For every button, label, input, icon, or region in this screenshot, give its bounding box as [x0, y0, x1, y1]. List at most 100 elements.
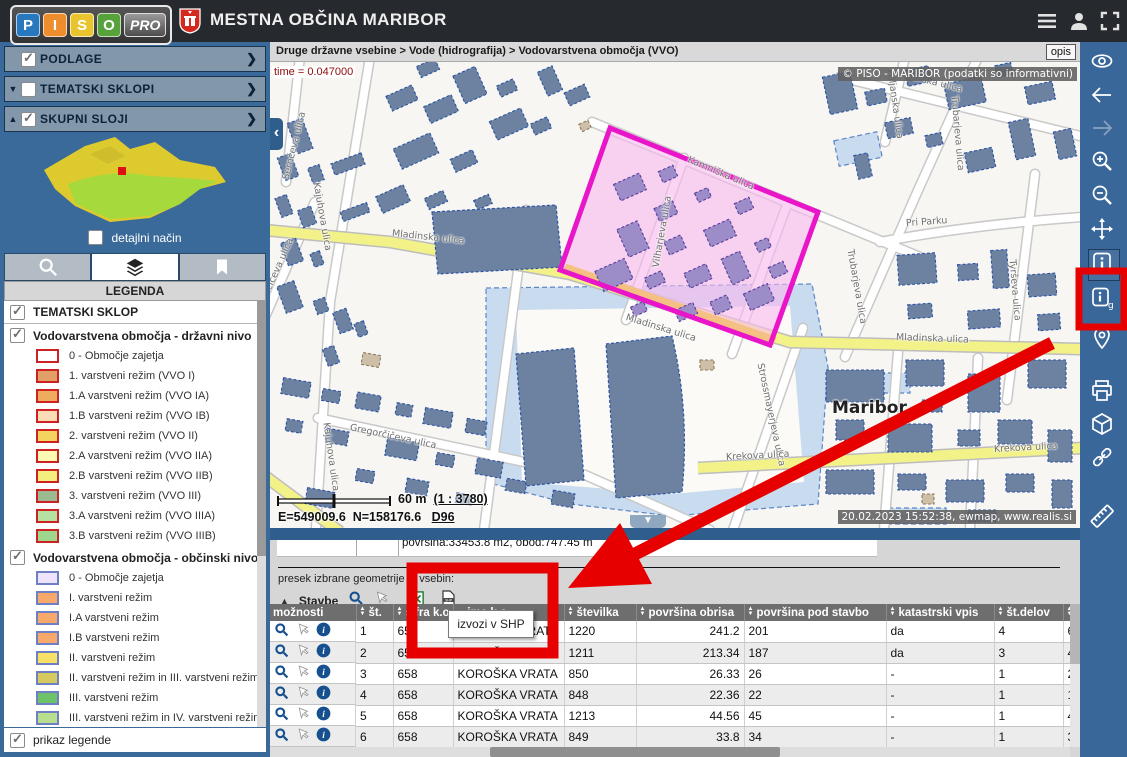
tematski-sklop-checkbox[interactable] [10, 305, 25, 320]
back-arrow-icon[interactable] [1089, 82, 1119, 112]
cell: 5 [356, 705, 393, 726]
row-zoom-icon[interactable] [274, 643, 289, 661]
legend-item: II. varstveni režim [4, 648, 266, 668]
cell: 26.33 [636, 663, 744, 684]
row-info-icon[interactable]: i [316, 727, 331, 745]
column-header[interactable]: ▲▼št. [356, 604, 393, 621]
info-select-icon[interactable]: g [1089, 285, 1119, 315]
sidebar-collapse-handle[interactable]: ‹ [270, 118, 283, 150]
legend-item: 3.A varstveni režim (VVO IIIA) [4, 506, 266, 526]
row-info-icon[interactable]: i [316, 664, 331, 682]
table-row[interactable]: i6658KOROŠKA VRATA84933.834-130 [270, 726, 1070, 747]
zoom-out-icon[interactable] [1089, 182, 1119, 212]
legend-scrollbar[interactable] [257, 301, 266, 727]
row-zoom-icon[interactable] [274, 664, 289, 682]
table-row[interactable]: i4658KOROŠKA VRATA84822.3622-119 [270, 684, 1070, 705]
tab-bookmark[interactable] [179, 253, 266, 281]
map-toolbar: g [1080, 42, 1127, 757]
link-icon[interactable] [1089, 444, 1119, 474]
column-header[interactable]: ▲▼katastrski vpis [886, 604, 994, 621]
row-select-icon[interactable] [296, 707, 309, 723]
eye-icon[interactable] [1089, 48, 1119, 78]
user-icon[interactable] [1067, 9, 1091, 33]
panel-skupni-sloji[interactable]: ▲ SKUPNI SLOJI ❯ [4, 106, 266, 132]
legend-swatch [36, 611, 59, 625]
row-zoom-icon[interactable] [274, 727, 289, 745]
legend-item: 0 - Območje zajetja [4, 346, 266, 366]
cell: KOROŠKA VRATA [453, 684, 564, 705]
row-zoom-icon[interactable] [274, 706, 289, 724]
menu-icon[interactable] [1035, 9, 1059, 33]
print-icon[interactable] [1089, 378, 1119, 408]
row-select-icon[interactable] [296, 644, 309, 660]
legend-item: II. varstveni režim in III. varstveni re… [4, 668, 266, 688]
detail-mode-checkbox[interactable] [88, 230, 103, 245]
legend-section-checkbox[interactable] [10, 550, 25, 565]
legend-swatch [36, 671, 59, 685]
cell: 3 [994, 642, 1063, 663]
column-header[interactable]: možnosti [270, 604, 356, 621]
expand-triangle[interactable]: ▼ [5, 84, 21, 94]
panel-podlage[interactable]: PODLAGE ❯ [4, 46, 266, 72]
legend-swatch [36, 349, 59, 363]
row-info-icon[interactable]: i [316, 706, 331, 724]
legend-section-header: Vodovarstvena območja - občinski nivo [4, 546, 266, 568]
legend-section-checkbox[interactable] [10, 328, 25, 343]
table-row[interactable]: i3658KOROŠKA VRATA85026.3326-123 [270, 663, 1070, 684]
cell: 4 [356, 684, 393, 705]
column-header[interactable]: ▲▼ [1063, 604, 1070, 621]
row-select-icon[interactable] [296, 665, 309, 681]
row-zoom-icon[interactable] [274, 622, 289, 640]
collapse-triangle[interactable]: ▲ [5, 114, 21, 124]
zoom-in-icon[interactable] [1089, 148, 1119, 178]
info-icon[interactable] [1089, 250, 1119, 280]
cell: 1 [994, 726, 1063, 747]
table-row[interactable]: i5658KOROŠKA VRATA121344.5645-140 [270, 705, 1070, 726]
column-header[interactable]: ▲▼površina pod stavbo [744, 604, 886, 621]
row-info-icon[interactable]: i [316, 685, 331, 703]
location-pin-icon[interactable] [1089, 325, 1119, 355]
logo-letter: S [70, 13, 94, 37]
table-vertical-scrollbar[interactable] [1070, 604, 1080, 747]
tematski-checkbox[interactable] [21, 82, 36, 97]
legend-item: I.A varstveni režim [4, 608, 266, 628]
prikaz-legende-checkbox[interactable] [10, 733, 25, 748]
row-info-icon[interactable]: i [316, 622, 331, 640]
table-row[interactable]: i1658KOROŠKA VRATA1220241.2201da460 [270, 621, 1070, 642]
fullscreen-icon[interactable] [1098, 9, 1122, 33]
column-header[interactable]: ▲▼šifra k.o. [393, 604, 453, 621]
tab-layers[interactable] [91, 253, 178, 281]
forward-arrow-icon[interactable] [1089, 115, 1119, 145]
column-header[interactable]: ▲▼številka [564, 604, 636, 621]
cell: 241.2 [636, 621, 744, 642]
cell: KOROŠKA VRATA [453, 705, 564, 726]
row-select-icon[interactable] [296, 728, 309, 744]
table-row[interactable]: i2658KOROŠKA VRATA1211213.34187da345 [270, 642, 1070, 663]
row-info-icon[interactable]: i [316, 643, 331, 661]
row-select-icon[interactable] [296, 623, 309, 639]
table-horizontal-scrollbar[interactable] [270, 747, 1070, 757]
podlage-checkbox[interactable] [21, 52, 36, 67]
cube-3d-icon[interactable] [1089, 411, 1119, 441]
legend-swatch [36, 489, 59, 503]
stadium-stand-west [516, 348, 584, 486]
panel-tematski-sklopi[interactable]: ▼ TEMATSKI SKLOPI ❯ [4, 76, 266, 102]
row-select-icon[interactable] [296, 686, 309, 702]
svg-text:i: i [322, 689, 325, 699]
cell: 1 [994, 684, 1063, 705]
municipality-overview-map[interactable] [30, 134, 240, 229]
opis-button[interactable]: opis [1046, 44, 1076, 60]
piso-logo[interactable]: PISOPRO [10, 5, 172, 45]
ruler-icon[interactable] [1089, 503, 1119, 533]
column-header[interactable]: ▲▼št.delov [994, 604, 1063, 621]
map-viewport[interactable]: Sernčeva ulicaKajuhova ulicaKajuhova uli… [270, 62, 1080, 528]
legend-swatch [36, 711, 59, 725]
pan-icon[interactable] [1089, 216, 1119, 246]
skupni-checkbox[interactable] [21, 112, 36, 127]
panel-collapse-chevron[interactable]: ▼ [630, 515, 666, 528]
tab-search[interactable] [4, 253, 91, 281]
legend-swatch [36, 691, 59, 705]
row-zoom-icon[interactable] [274, 685, 289, 703]
column-header[interactable]: ▲▼površina obrisa [636, 604, 744, 621]
cell: 23 [1063, 663, 1070, 684]
